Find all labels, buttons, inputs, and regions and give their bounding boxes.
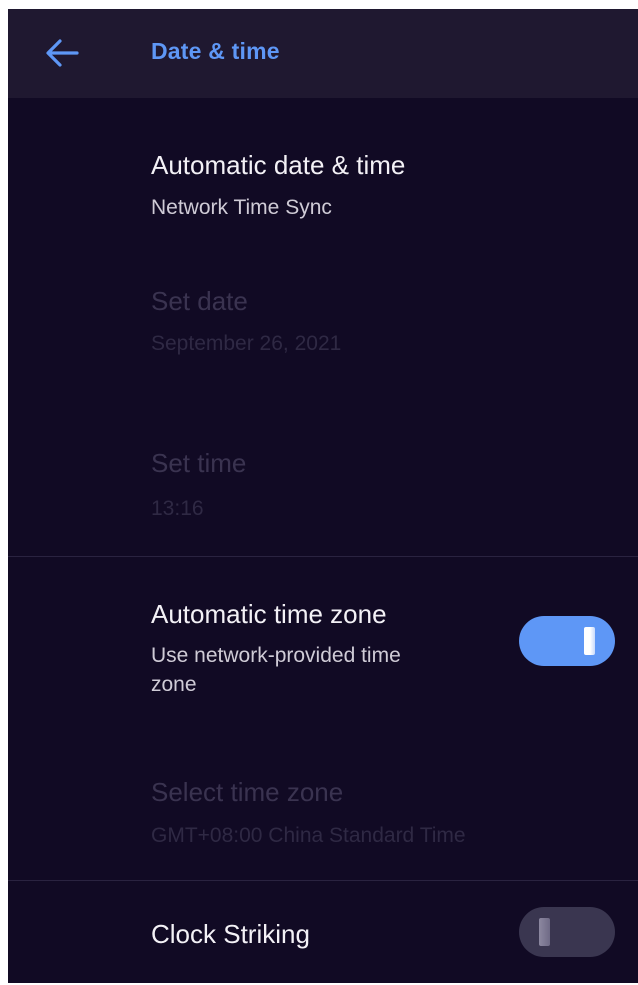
auto-timezone-item[interactable]: Automatic time zone Use network-provided… bbox=[8, 557, 638, 727]
page-title: Date & time bbox=[151, 38, 280, 64]
set-date-summary: September 26, 2021 bbox=[151, 332, 342, 355]
select-timezone-item[interactable]: Select time zone GMT+08:00 China Standar… bbox=[8, 727, 638, 881]
set-time-item[interactable]: Set time 13:16 bbox=[8, 398, 638, 556]
set-time-title: Set time bbox=[151, 448, 247, 478]
arrow-left-icon bbox=[46, 39, 79, 67]
settings-screen: Date & time Automatic date & time Networ… bbox=[8, 9, 638, 983]
auto-timezone-summary-line1: Use network-provided time bbox=[151, 644, 401, 667]
select-timezone-summary: GMT+08:00 China Standard Time bbox=[151, 824, 466, 847]
clock-striking-title: Clock Striking bbox=[151, 919, 310, 949]
select-timezone-title: Select time zone bbox=[151, 777, 344, 807]
clock-striking-item[interactable]: Clock Striking bbox=[8, 881, 638, 983]
set-time-summary: 13:16 bbox=[151, 497, 204, 520]
toggle-thumb bbox=[584, 627, 595, 655]
auto-datetime-title: Automatic date & time bbox=[151, 150, 406, 180]
auto-timezone-toggle[interactable] bbox=[519, 616, 615, 666]
auto-timezone-summary-line2: zone bbox=[151, 673, 197, 696]
auto-datetime-item[interactable]: Automatic date & time Network Time Sync bbox=[8, 98, 638, 248]
toggle-thumb bbox=[539, 918, 550, 946]
set-date-item[interactable]: Set date September 26, 2021 bbox=[8, 248, 638, 398]
app-bar: Date & time bbox=[8, 9, 638, 98]
clock-striking-toggle[interactable] bbox=[519, 907, 615, 957]
auto-timezone-title: Automatic time zone bbox=[151, 599, 387, 629]
set-date-title: Set date bbox=[151, 286, 248, 316]
auto-datetime-summary: Network Time Sync bbox=[151, 196, 332, 219]
back-button[interactable] bbox=[42, 31, 82, 75]
